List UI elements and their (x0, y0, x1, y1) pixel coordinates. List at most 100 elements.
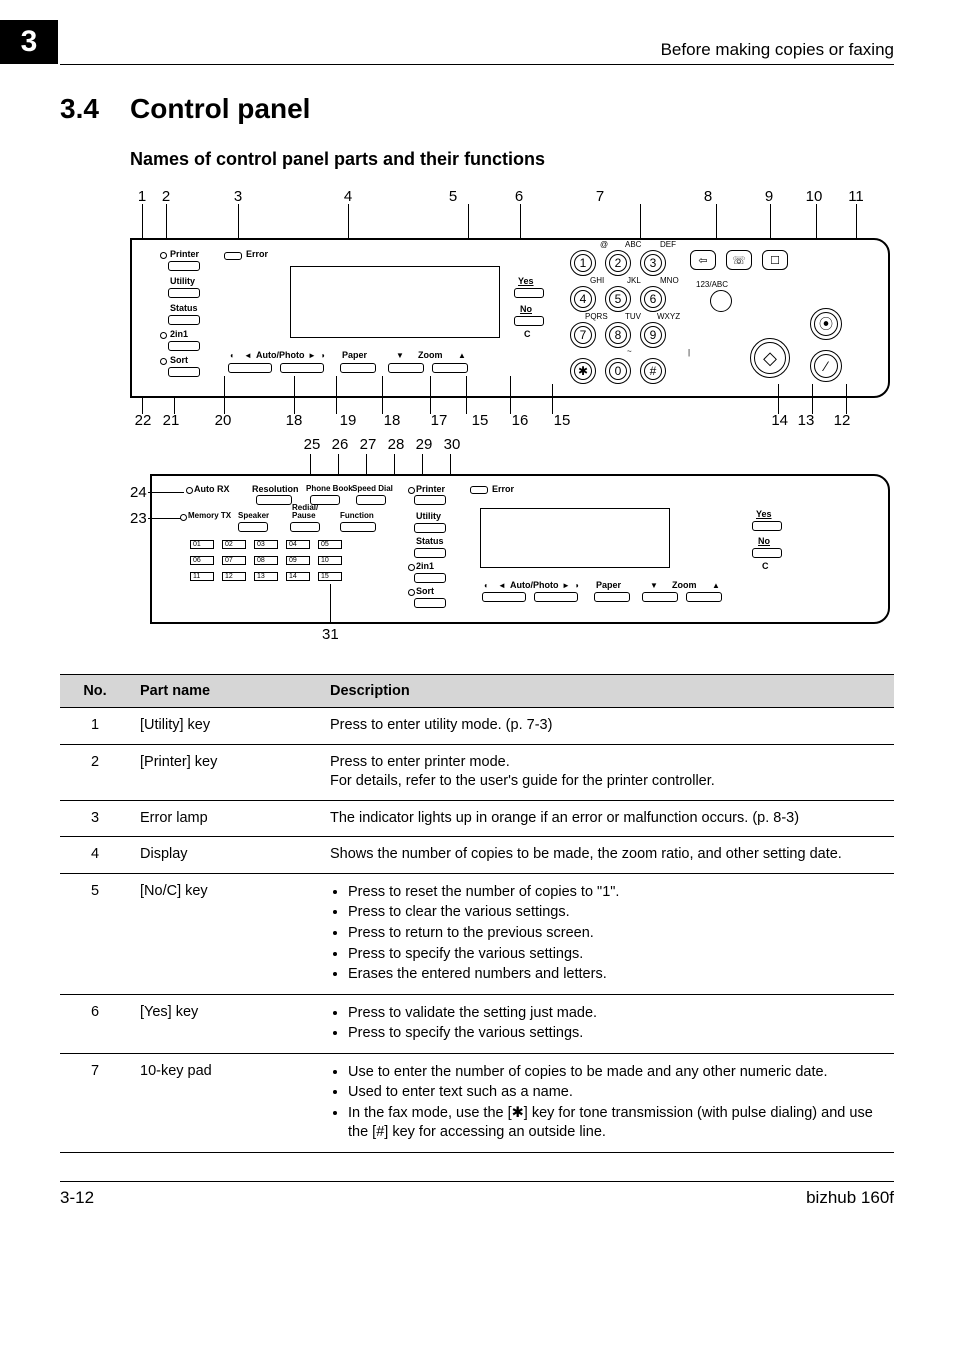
callout-28: 28 (382, 436, 410, 453)
keypad-0[interactable]: 0 (605, 358, 631, 384)
onedial-11[interactable]: 11 (190, 572, 214, 581)
sort-key[interactable] (168, 367, 200, 377)
aux-key-c[interactable]: ☐ (762, 250, 788, 270)
function-key[interactable] (340, 522, 376, 532)
mode-switch-key[interactable] (710, 290, 732, 312)
cell-desc: The indicator lights up in orange if an … (320, 800, 894, 837)
led-icon (160, 332, 167, 339)
onedial-05[interactable]: 05 (318, 540, 342, 549)
th-desc: Description (320, 675, 894, 708)
keypad-8[interactable]: 8 (605, 322, 631, 348)
label-wxyz: WXYZ (657, 312, 680, 321)
keypad-hash[interactable]: # (640, 358, 666, 384)
status-key-b[interactable] (414, 548, 446, 558)
zoom-down-key-b[interactable] (642, 592, 678, 602)
cell-no: 1 (60, 708, 130, 745)
label-mode: 123/ABC (696, 280, 728, 289)
tick (466, 376, 467, 414)
start-key[interactable]: ◇ (750, 338, 790, 378)
yes-key-b[interactable] (752, 521, 782, 531)
keypad-1[interactable]: 1 (570, 250, 596, 276)
resolution-key[interactable] (256, 495, 292, 505)
2in1-key[interactable] (168, 341, 200, 351)
label-abc: ABC (625, 240, 641, 249)
onedial-15[interactable]: 15 (318, 572, 342, 581)
onedial-14[interactable]: 14 (286, 572, 310, 581)
onedial-03[interactable]: 03 (254, 540, 278, 549)
cell-no: 4 (60, 837, 130, 874)
label-resolution: Resolution (252, 484, 299, 494)
callout-13: 13 (788, 412, 824, 429)
label-status-b: Status (416, 536, 444, 546)
yes-key[interactable] (514, 288, 544, 298)
cell-part: [Yes] key (130, 994, 320, 1053)
label-autorx: Auto RX (194, 484, 230, 494)
label-c: C (524, 329, 531, 339)
onedial-02[interactable]: 02 (222, 540, 246, 549)
printer-key[interactable] (168, 261, 200, 271)
zoom-up-key-b[interactable] (686, 592, 722, 602)
stop-key[interactable]: ⁄ (810, 350, 842, 382)
onedial-09[interactable]: 09 (286, 556, 310, 565)
density-left-key[interactable] (228, 363, 272, 373)
keypad-3[interactable]: 3 (640, 250, 666, 276)
keypad-2[interactable]: 2 (605, 250, 631, 276)
speaker-key[interactable] (238, 522, 268, 532)
callout-25: 25 (298, 436, 326, 453)
redial-key[interactable] (290, 522, 320, 532)
utility-key-b[interactable] (414, 523, 446, 533)
label-pqrs: PQRS (585, 312, 608, 321)
onedial-04[interactable]: 04 (286, 540, 310, 549)
label-tuv: TUV (625, 312, 641, 321)
density-right-key-b[interactable] (534, 592, 578, 602)
keypad-4[interactable]: 4 (570, 286, 596, 312)
onedial-01[interactable]: 01 (190, 540, 214, 549)
desc-bullet: Press to return to the previous screen. (348, 924, 884, 944)
desc-bullet: Erases the entered numbers and letters. (348, 965, 884, 985)
onedial-13[interactable]: 13 (254, 572, 278, 581)
onedial-07[interactable]: 07 (222, 556, 246, 565)
onedial-12[interactable]: 12 (222, 572, 246, 581)
reset-key[interactable]: ⦿ (810, 308, 842, 340)
cell-desc: Press to reset the number of copies to "… (320, 873, 894, 994)
no-key-b[interactable] (752, 548, 782, 558)
utility-key[interactable] (168, 288, 200, 298)
paper-key[interactable] (340, 363, 376, 373)
onedial-10[interactable]: 10 (318, 556, 342, 565)
sort-key-b[interactable] (414, 598, 446, 608)
paper-key-b[interactable] (594, 592, 630, 602)
keypad-6[interactable]: 6 (640, 286, 666, 312)
cell-desc: Press to validate the setting just made.… (320, 994, 894, 1053)
tick (224, 376, 225, 414)
keypad-7[interactable]: 7 (570, 322, 596, 348)
tick (430, 376, 431, 414)
callout-14: 14 (582, 412, 788, 429)
keypad-star[interactable]: ✱ (570, 358, 596, 384)
onedial-08[interactable]: 08 (254, 556, 278, 565)
page-footer: 3-12 bizhub 160f (60, 1181, 894, 1208)
onedial-06[interactable]: 06 (190, 556, 214, 565)
keypad-9[interactable]: 9 (640, 322, 666, 348)
cell-desc: Shows the number of copies to be made, t… (320, 837, 894, 874)
dark-icon: ◐ (230, 351, 235, 360)
2in1-key-b[interactable] (414, 573, 446, 583)
down-arrow-icon-b: ▼ (650, 581, 658, 590)
cell-part: 10-key pad (130, 1053, 320, 1152)
zoom-down-key[interactable] (388, 363, 424, 373)
led-icon (408, 487, 415, 494)
aux-key-a[interactable]: ⇦ (690, 250, 716, 270)
density-right-key[interactable] (280, 363, 324, 373)
printer-key-b[interactable] (414, 495, 446, 505)
speeddial-key[interactable] (356, 495, 386, 505)
density-left-key-b[interactable] (482, 592, 526, 602)
header-rule (60, 64, 894, 65)
cell-desc: Press to enter utility mode. (p. 7-3) (320, 708, 894, 745)
aux-key-b[interactable]: ☏ (726, 250, 752, 270)
cell-no: 5 (60, 873, 130, 994)
section-title: 3.4Control panel (60, 93, 894, 125)
no-key[interactable] (514, 316, 544, 326)
status-key[interactable] (168, 315, 200, 325)
zoom-up-key[interactable] (432, 363, 468, 373)
keypad-5[interactable]: 5 (605, 286, 631, 312)
cell-desc: Press to enter printer mode. For details… (320, 744, 894, 800)
